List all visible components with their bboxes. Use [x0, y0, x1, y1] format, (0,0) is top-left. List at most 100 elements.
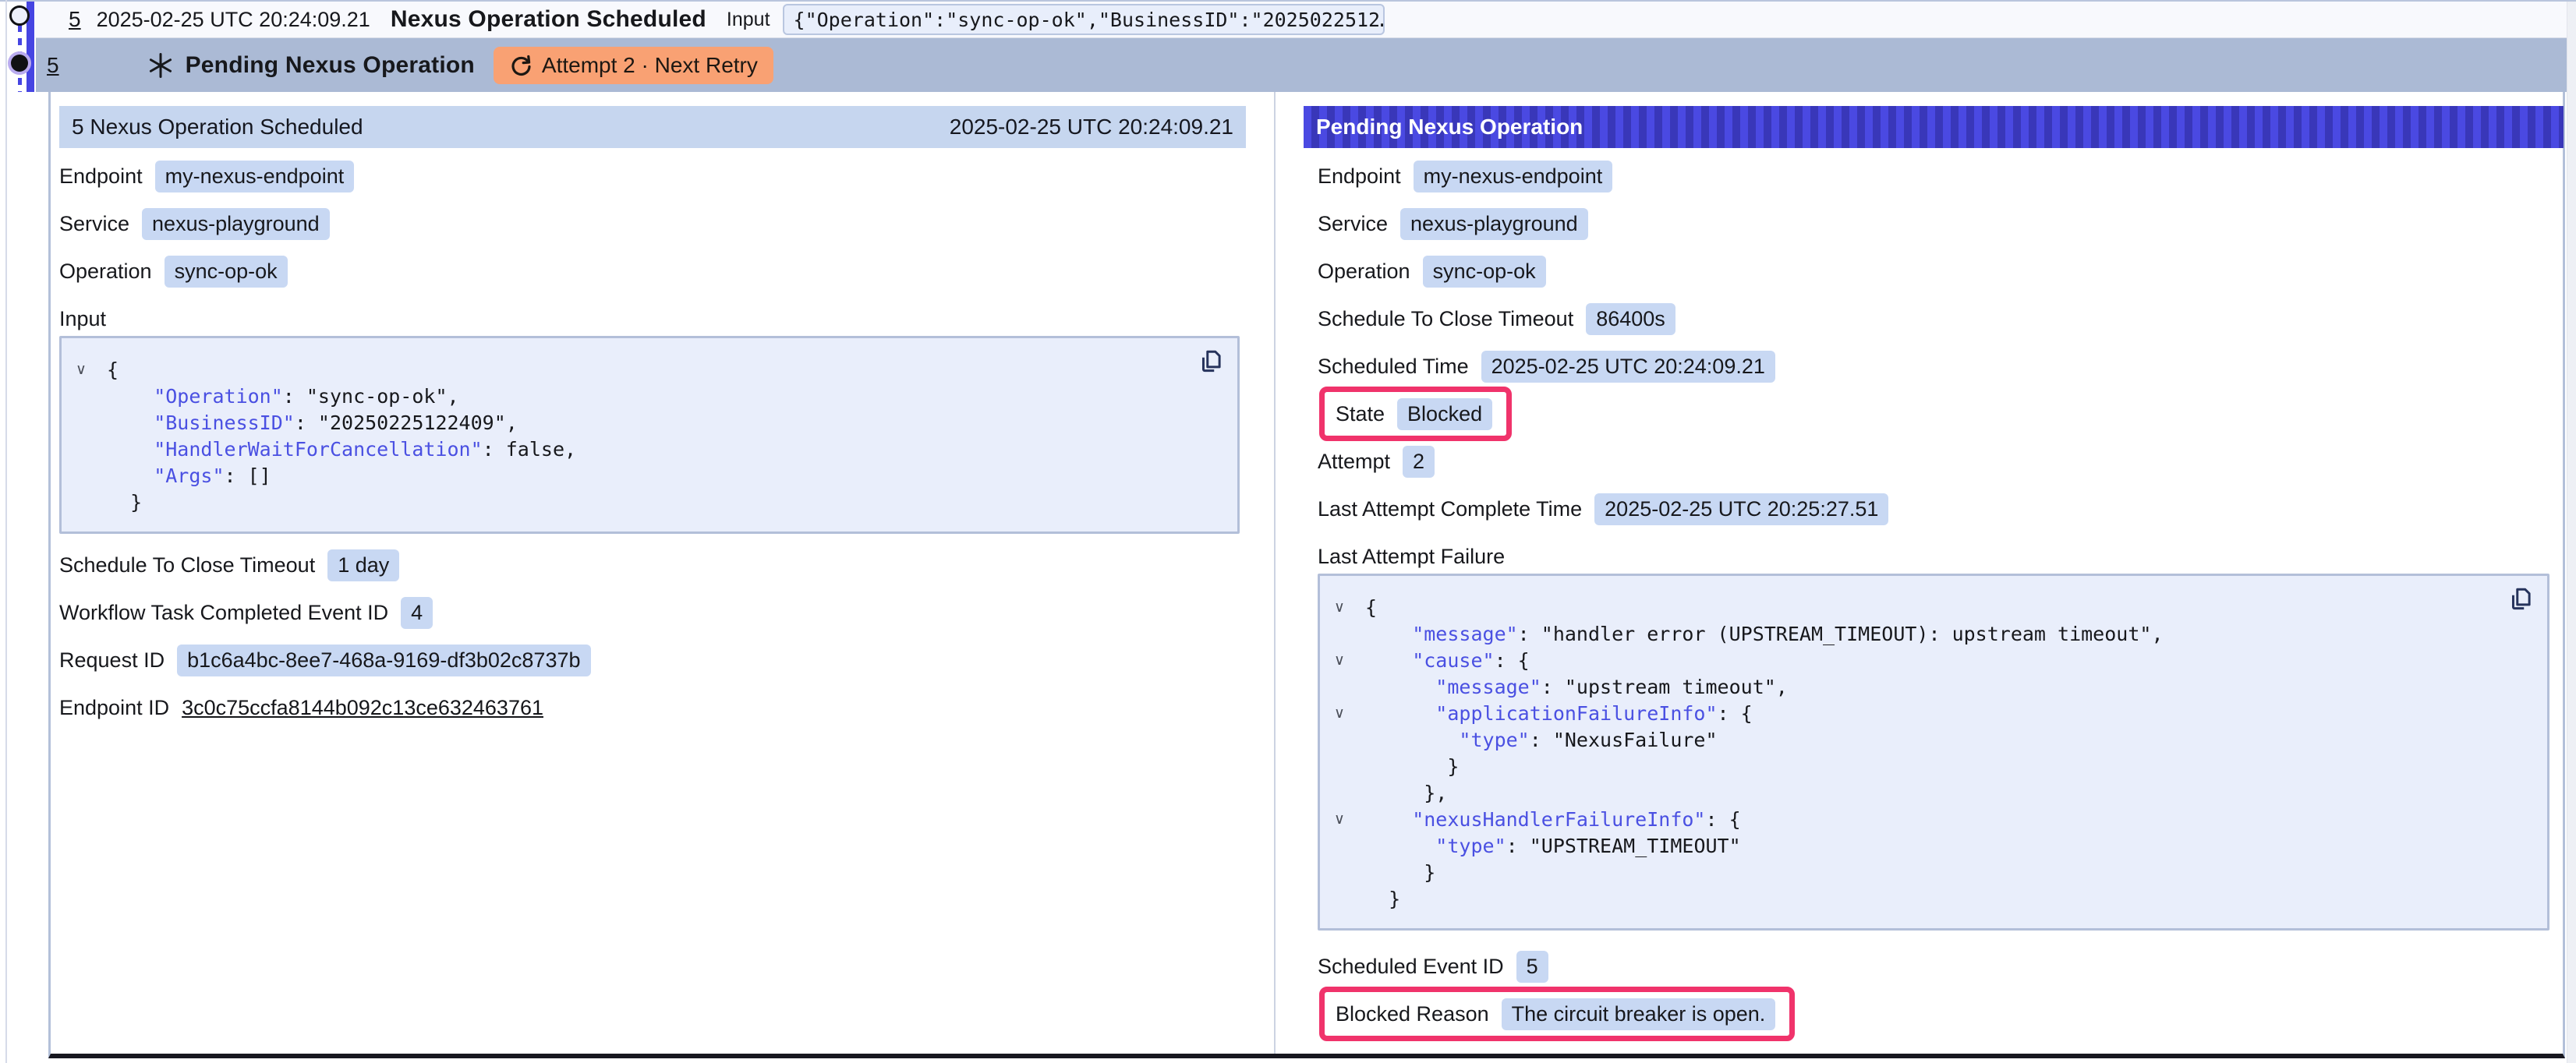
field-label: Operation	[1318, 260, 1410, 284]
event-row-scheduled[interactable]: 5 2025-02-25 UTC 20:24:09.21 Nexus Opera…	[36, 2, 2567, 37]
failure-section-label: Last Attempt Failure	[1304, 541, 2564, 572]
json-line: ∨{	[1320, 595, 2547, 621]
input-json-viewer: ∨{ "Operation": "sync-op-ok", "BusinessI…	[59, 336, 1240, 534]
json-line-text: "type": "NexusFailure"	[1365, 729, 1718, 751]
field-label: Endpoint	[59, 164, 143, 189]
field-label: Endpoint	[1318, 164, 1401, 189]
json-line-text: "Args": []	[107, 464, 271, 487]
field-row: Attempt2	[1318, 446, 1435, 477]
failure-json-viewer: ∨{ "message": "handler error (UPSTREAM_T…	[1318, 574, 2549, 931]
json-line: "HandlerWaitForCancellation": false,	[62, 436, 1237, 463]
field-value-chip: nexus-playground	[142, 208, 330, 240]
json-line-text: }	[107, 491, 142, 514]
json-line: }	[62, 489, 1237, 516]
json-line: "type": "NexusFailure"	[1320, 727, 2547, 754]
scheduled-panel-header: 5 Nexus Operation Scheduled 2025-02-25 U…	[59, 106, 1246, 148]
field-list: Schedule To Close Timeout 1 day Workflow T…	[59, 549, 1246, 723]
field-value-chip: nexus-playground	[1400, 208, 1588, 240]
json-line: "message": "upstream timeout",	[1320, 674, 2547, 701]
field-label: Schedule To Close Timeout	[1318, 307, 1573, 331]
json-line: "BusinessID": "20250225122409",	[62, 410, 1237, 436]
event-id-link[interactable]: 5	[69, 7, 81, 32]
field-value-chip: 5	[1516, 951, 1548, 983]
field-label: Last Attempt Complete Time	[1318, 497, 1582, 521]
event-input-label: Input	[727, 9, 770, 31]
field-row: Endpoint my-nexus-endpoint	[59, 161, 354, 192]
json-line: "message": "handler error (UPSTREAM_TIME…	[1320, 621, 2547, 648]
collapse-chevron-icon[interactable]: ∨	[1334, 653, 1345, 668]
scheduled-event-panel: 5 Nexus Operation Scheduled 2025-02-25 U…	[59, 106, 1246, 740]
collapse-chevron-icon[interactable]: ∨	[76, 362, 87, 377]
json-line-text: "Operation": "sync-op-ok",	[107, 385, 459, 408]
field-value-chip: 86400s	[1586, 303, 1675, 335]
json-line: },	[1320, 780, 2547, 807]
field-value-link[interactable]: 3c0c75ccfa8144b092c13ce632463761	[182, 696, 543, 720]
field-value-chip: my-nexus-endpoint	[155, 161, 355, 192]
json-line-text: "type": "UPSTREAM_TIMEOUT"	[1365, 835, 1741, 857]
field-row: Request ID b1c6a4bc-8ee7-468a-9169-df3b02…	[59, 645, 591, 676]
field-label: Request ID	[59, 648, 165, 673]
field-value-chip: Blocked	[1397, 398, 1492, 430]
field-value-chip: 2	[1403, 446, 1435, 478]
json-line-text: },	[1365, 782, 1447, 804]
json-line: "type": "UPSTREAM_TIMEOUT"	[1320, 833, 2547, 860]
collapse-chevron-icon[interactable]: ∨	[1334, 600, 1345, 615]
json-line: }	[1320, 754, 2547, 780]
json-line: ∨ "cause": {	[1320, 648, 2547, 674]
field-value-chip: 2025-02-25 UTC 20:24:09.21	[1481, 351, 1775, 383]
timeline-pending-marker-icon	[11, 55, 28, 72]
field-row: Operation sync-op-ok	[1318, 256, 1546, 287]
field-value-chip: 2025-02-25 UTC 20:25:27.51	[1594, 493, 1888, 525]
field-label: State	[1336, 402, 1385, 426]
retry-badge-label: Attempt 2 · Next Retry	[542, 53, 758, 78]
field-label: Service	[1318, 212, 1388, 236]
field-row: Endpointmy-nexus-endpoint	[1318, 161, 1612, 192]
copy-icon[interactable]	[2507, 585, 2535, 613]
page-left-border	[5, 0, 7, 1063]
panel-title: 5 Nexus Operation Scheduled	[72, 115, 363, 139]
json-line-text: }	[1365, 888, 1400, 910]
json-line-text: {	[107, 358, 119, 381]
field-list: Endpoint my-nexus-endpoint Servicenexus-pl…	[59, 148, 1246, 287]
field-label: Blocked Reason	[1336, 1002, 1489, 1026]
field-row: Servicenexus-playground	[59, 208, 330, 239]
field-label: Operation	[59, 260, 152, 284]
panel-timestamp: 2025-02-25 UTC 20:24:09.21	[950, 115, 1233, 139]
copy-icon[interactable]	[1197, 348, 1225, 376]
field-row-highlighted: State Blocked	[1319, 387, 1512, 441]
pending-operation-icon	[147, 51, 175, 79]
field-value-chip: 1 day	[327, 549, 399, 581]
field-label: Scheduled Time	[1318, 355, 1469, 379]
field-list: Scheduled Event ID5Blocked ReasonThe cir…	[1304, 946, 2564, 1041]
event-row-pending-selected[interactable]: 5 Pending Nexus Operation Attempt 2 · Ne…	[36, 38, 2567, 92]
field-row: Schedule To Close Timeout 1 day	[59, 549, 399, 581]
pending-operation-panel: Pending Nexus Operation Endpointmy-nexus…	[1304, 106, 2564, 1046]
field-value-chip: 4	[401, 597, 433, 629]
field-value-chip: b1c6a4bc-8ee7-468a-9169-df3b02c8737b	[177, 645, 590, 676]
event-input-preview-chip[interactable]: {"Operation":"sync-op-ok","BusinessID":"…	[783, 4, 1385, 35]
pending-event-title: Pending Nexus Operation	[186, 52, 475, 79]
json-line-text: "message": "handler error (UPSTREAM_TIME…	[1365, 623, 2164, 645]
json-line-text: }	[1365, 755, 1459, 778]
retry-attempt-badge: Attempt 2 · Next Retry	[494, 47, 773, 84]
json-line-text: "HandlerWaitForCancellation": false,	[107, 438, 576, 461]
json-line: ∨ "nexusHandlerFailureInfo": {	[1320, 807, 2547, 833]
timeline-scheduled-marker-icon	[9, 5, 30, 26]
field-value-chip: sync-op-ok	[165, 256, 288, 288]
field-row: Scheduled Event ID5	[1318, 951, 1548, 982]
json-line-text: "BusinessID": "20250225122409",	[107, 411, 518, 434]
panel-title: Pending Nexus Operation	[1316, 115, 1583, 139]
field-label: Workflow Task Completed Event ID	[59, 601, 388, 625]
json-line: }	[1320, 860, 2547, 886]
collapse-chevron-icon[interactable]: ∨	[1334, 706, 1345, 721]
retry-icon	[509, 54, 533, 77]
vertical-scrollbar[interactable]	[2567, 2, 2576, 1063]
json-line-text: }	[1365, 861, 1435, 884]
collapse-chevron-icon[interactable]: ∨	[1334, 812, 1345, 827]
field-label: Schedule To Close Timeout	[59, 553, 315, 577]
pending-panel-header: Pending Nexus Operation	[1304, 106, 2564, 148]
field-value-chip: sync-op-ok	[1423, 256, 1546, 288]
json-line: ∨{	[62, 357, 1237, 383]
event-id-link[interactable]: 5	[47, 53, 59, 78]
field-row: Service nexus-playground	[1318, 208, 1588, 239]
